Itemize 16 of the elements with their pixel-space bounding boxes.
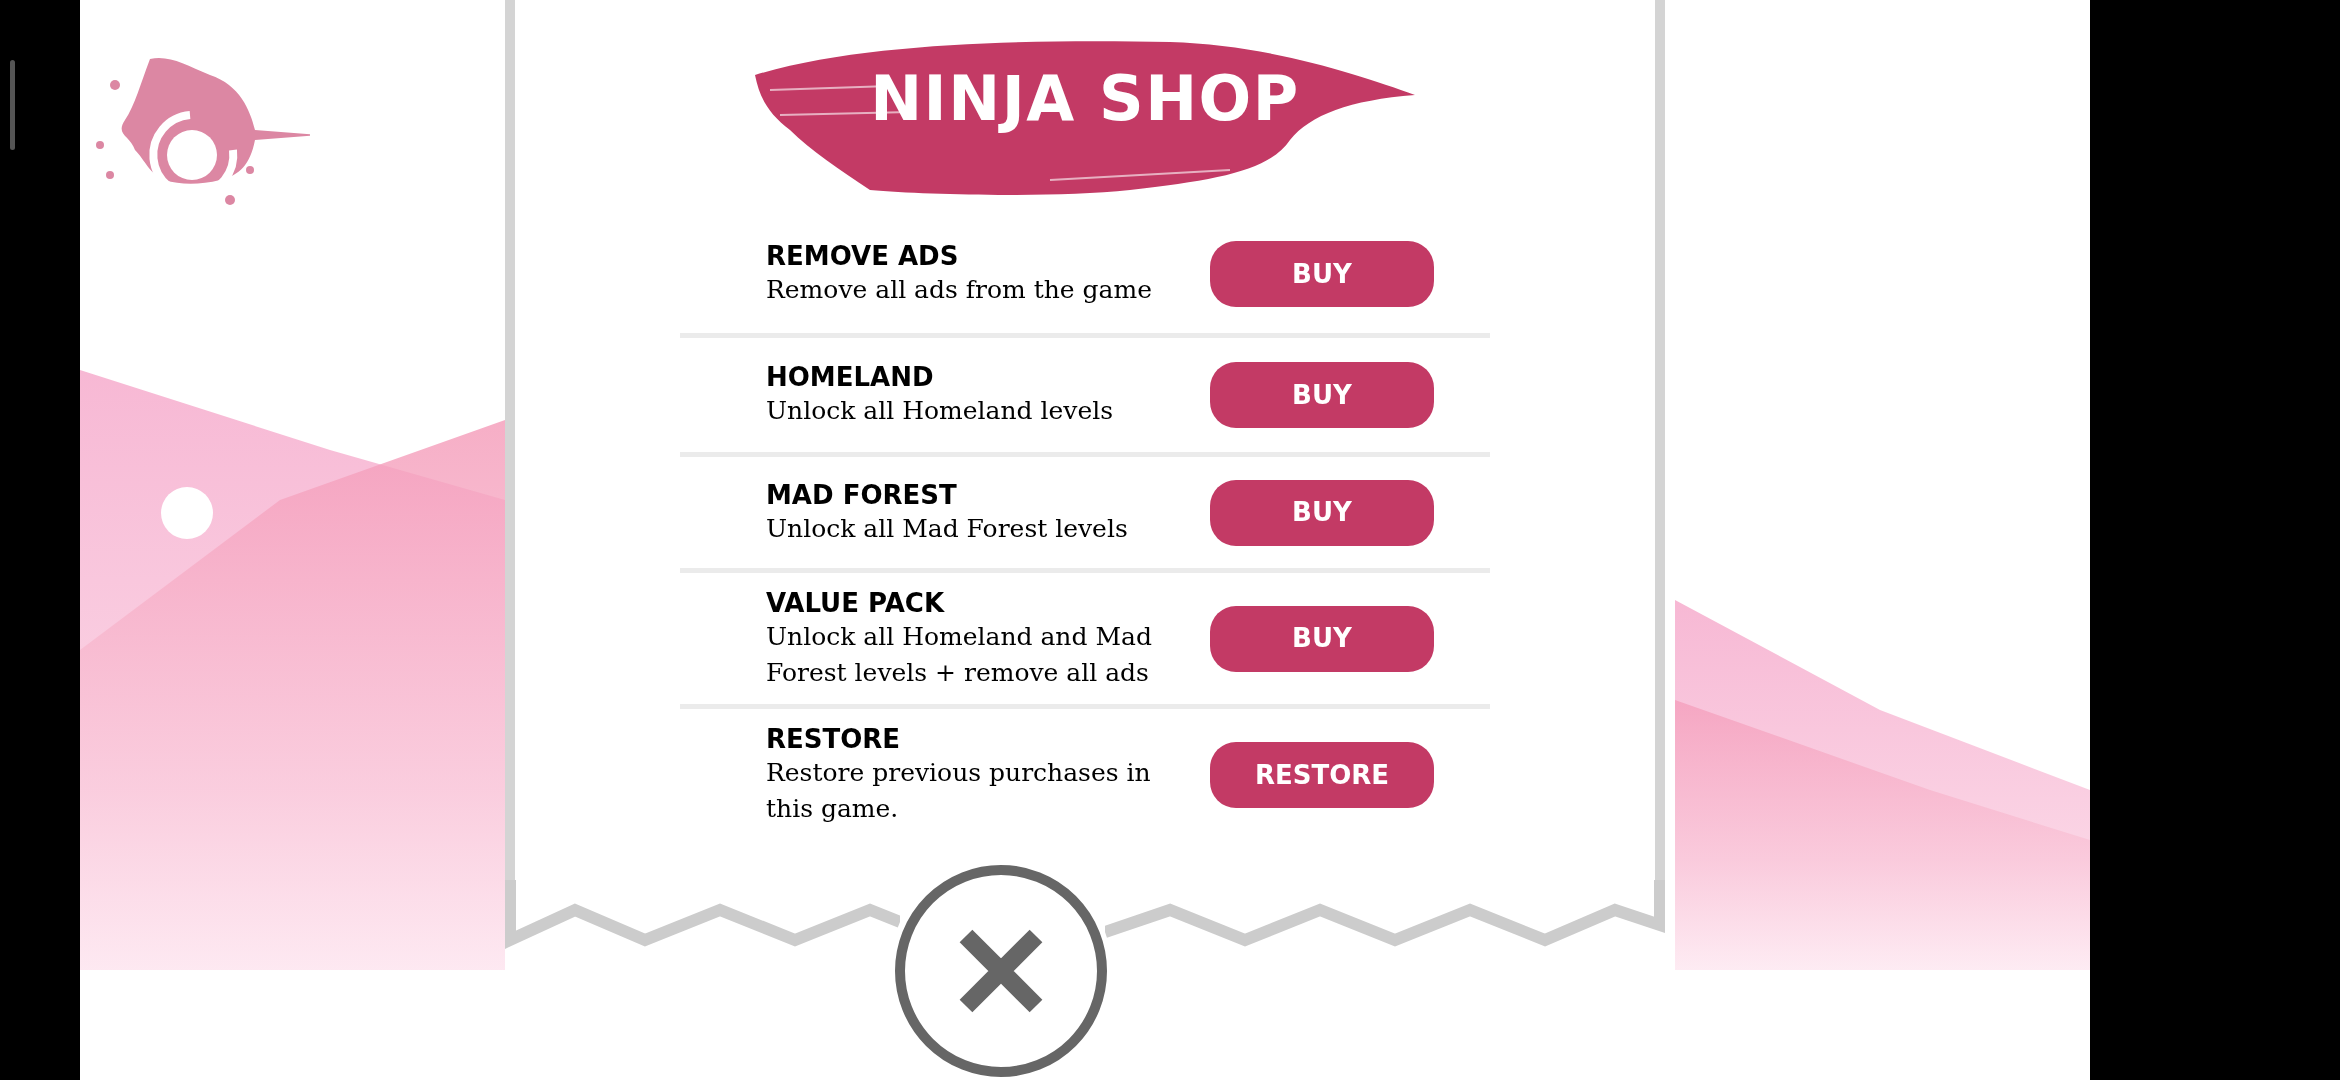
buy-button[interactable]: RESTORE: [1210, 742, 1434, 808]
buy-button[interactable]: BUY: [1210, 241, 1434, 307]
item-title: RESTORE: [766, 723, 902, 755]
item-title: MAD FOREST: [766, 478, 958, 511]
item-description: Remove all ads from the game: [766, 274, 1153, 306]
buy-button[interactable]: BUY: [1210, 362, 1434, 428]
edge-handle[interactable]: [10, 60, 15, 150]
item-description: Unlock all Homeland and Mad Forest levels + remove all ads: [766, 620, 1153, 689]
item-title: HOMELAND: [766, 361, 935, 393]
item-description: Unlock all Mad Forest levels: [766, 512, 1129, 545]
item-title: REMOVE ADS: [766, 240, 960, 272]
item-description: Unlock all Homeland levels: [766, 395, 1114, 427]
buy-button[interactable]: BUY: [1210, 605, 1434, 672]
item-title: VALUE PACK: [766, 586, 946, 619]
buy-button[interactable]: BUY: [1210, 479, 1434, 546]
item-description: Restore previous purchases in this game.: [766, 757, 1152, 825]
